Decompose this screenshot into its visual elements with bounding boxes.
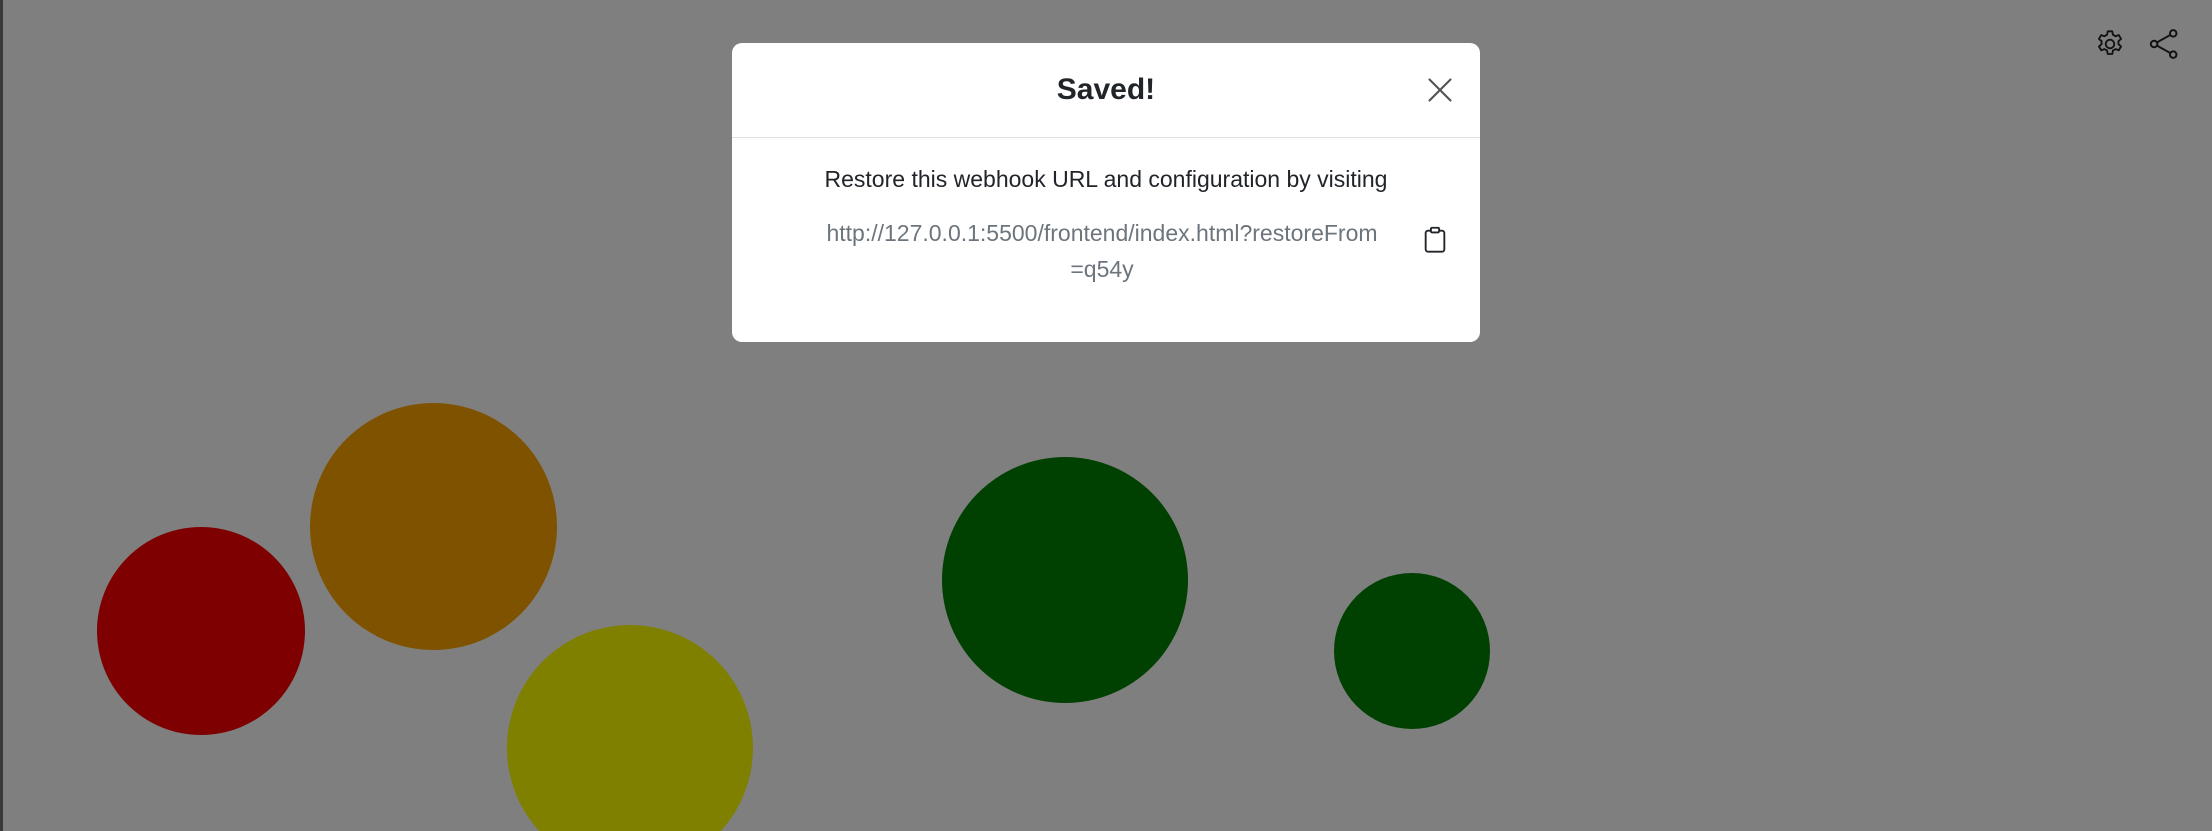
- dialog-body: Restore this webhook URL and configurati…: [732, 138, 1480, 295]
- clipboard-icon[interactable]: [1420, 223, 1450, 257]
- restore-url-row: http://127.0.0.1:5500/frontend/index.htm…: [732, 215, 1480, 295]
- close-icon[interactable]: [1420, 70, 1460, 110]
- dialog-title: Saved!: [1056, 73, 1156, 106]
- app-root: Saved! Restore this webhook URL and conf…: [0, 0, 2212, 831]
- saved-dialog: Saved! Restore this webhook URL and conf…: [732, 43, 1480, 342]
- window-left-edge: [0, 0, 3, 831]
- dialog-header: Saved!: [732, 43, 1480, 138]
- restore-message: Restore this webhook URL and configurati…: [824, 166, 1388, 192]
- restore-url[interactable]: http://127.0.0.1:5500/frontend/index.htm…: [822, 215, 1382, 287]
